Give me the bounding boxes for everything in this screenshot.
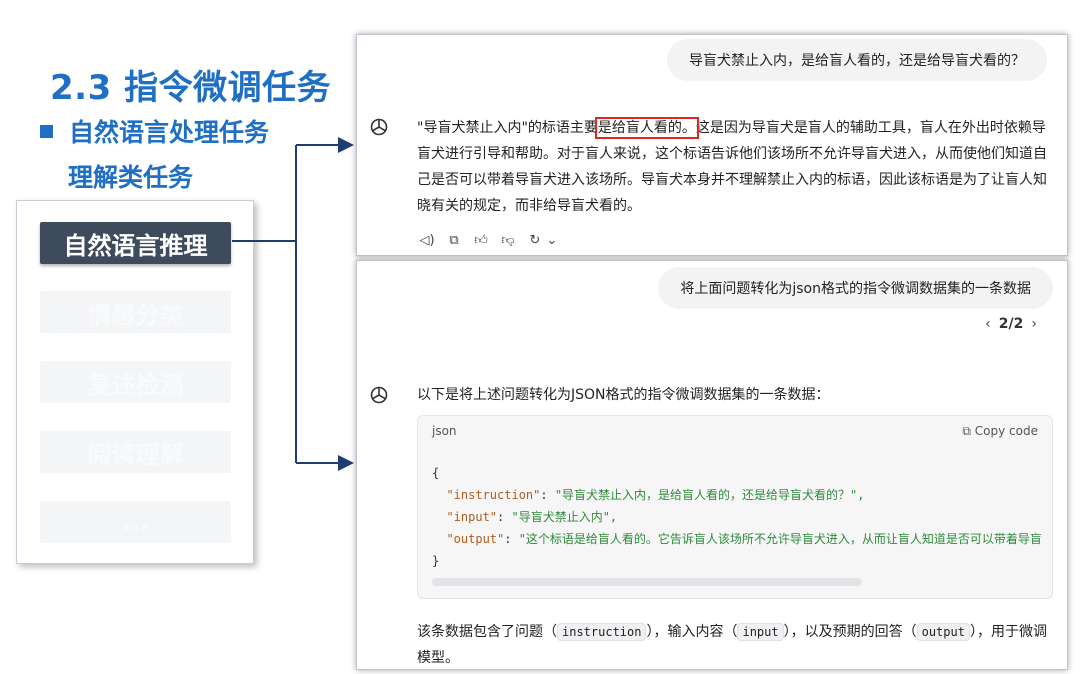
code-key: "instruction" [446, 488, 541, 502]
summary-text: ），输入内容（ [646, 624, 738, 640]
code-key: "input" [446, 510, 498, 524]
chevron-right-icon[interactable]: › [1031, 316, 1037, 332]
pager-count: 2/2 [998, 316, 1024, 332]
message-actions: ◁) ⧉ 👍︎ 👎︎ ↻ ⌄ [419, 233, 560, 248]
clipboard-icon: ⧉ [962, 424, 975, 438]
code-language: json [432, 424, 457, 438]
json-code-block: json ⧉ Copy code { "instruction": "导盲犬禁止… [417, 415, 1053, 599]
code-close-brace: } [432, 554, 440, 568]
chat-screenshot-1: 导盲犬禁止入内，是给盲人看的，还是给导盲犬看的？ "导盲犬禁止入内"的标语主要是… [356, 34, 1068, 256]
assistant-intro: 以下是将上述问题转化为JSON格式的指令微调数据集的一条数据： [417, 387, 830, 403]
code-content: { "instruction": "导盲犬禁止入内，是给盲人看的，还是给导盲犬看… [432, 466, 1042, 568]
inline-code-output: output [916, 623, 970, 641]
thumbs-up-icon[interactable]: 👍︎ [473, 233, 489, 248]
openai-logo-icon [370, 386, 388, 404]
assistant-answer: "导盲犬禁止入内"的标语主要是给盲人看的。这是因为导盲犬是盲人的辅助工具，盲人在… [417, 115, 1057, 219]
openai-logo-icon [370, 118, 388, 136]
code-value: "这个标语是给盲人看的。它告诉盲人该场所不允许导盲犬进入，从而让盲人知道是否可以… [518, 532, 1042, 546]
code-value: "导盲犬禁止入内，是给盲人看的，还是给导盲犬看的？", [554, 488, 865, 502]
user-message-bubble: 将上面问题转化为json格式的指令微调数据集的一条数据 [658, 267, 1053, 309]
response-pager: ‹ 2/2 › [985, 316, 1037, 332]
summary-text: ），以及预期的回答（ [783, 624, 917, 640]
thumbs-down-icon[interactable]: 👎︎ [500, 233, 516, 248]
code-key: "output" [446, 532, 505, 546]
code-horizontal-scrollbar[interactable] [432, 578, 862, 586]
copy-icon[interactable]: ⧉ [446, 233, 462, 248]
inline-code-instruction: instruction [557, 623, 647, 641]
inline-code-input: input [737, 623, 784, 641]
chat-screenshot-2: 将上面问题转化为json格式的指令微调数据集的一条数据 ‹ 2/2 › 以下是将上述… [356, 260, 1068, 670]
speaker-icon[interactable]: ◁) [419, 233, 435, 248]
answer-text-start: "导盲犬禁止入内"的标语主要 [417, 120, 598, 136]
highlighted-answer: 是给盲人看的。 [594, 117, 699, 139]
user-message-bubble: 导盲犬禁止入内，是给盲人看的，还是给导盲犬看的？ [667, 39, 1047, 81]
chevron-left-icon[interactable]: ‹ [985, 316, 991, 332]
code-open-brace: { [432, 466, 440, 480]
copy-code-button[interactable]: ⧉ Copy code [962, 424, 1038, 439]
regenerate-icon[interactable]: ↻ [527, 233, 543, 248]
code-value: "导盲犬禁止入内", [511, 510, 618, 524]
chevron-down-icon[interactable]: ⌄ [544, 233, 560, 248]
copy-code-label: Copy code [974, 424, 1038, 438]
summary-text: 该条数据包含了问题（ [417, 624, 557, 640]
assistant-summary: 该条数据包含了问题（ instruction ），输入内容（ input ），以及预期的… [417, 619, 1057, 669]
